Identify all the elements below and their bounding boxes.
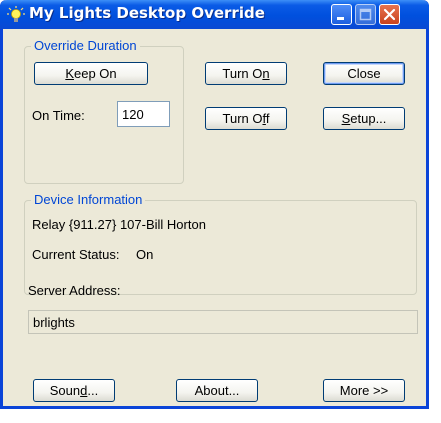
app-window: My Lights Desktop Override Override Dura… [0, 0, 429, 409]
window-title: My Lights Desktop Override [29, 4, 265, 22]
close-window-button[interactable] [379, 4, 400, 25]
minimize-button[interactable] [331, 4, 352, 25]
minimize-icon [337, 17, 344, 20]
turn-on-button[interactable]: Turn On [205, 62, 287, 85]
keep-on-button[interactable]: Keep On [34, 62, 148, 85]
more-button[interactable]: More >> [323, 379, 405, 402]
sound-button[interactable]: Sound... [33, 379, 115, 402]
setup-button[interactable]: Setup... [323, 107, 405, 130]
relay-text: Relay {911.27} 107-Bill Horton [32, 217, 206, 232]
server-address-label: Server Address: [28, 283, 121, 298]
close-icon [383, 8, 396, 21]
lightbulb-icon [7, 6, 25, 22]
current-status-label: Current Status: [32, 247, 120, 262]
on-time-input[interactable] [117, 101, 170, 127]
maximize-icon [359, 8, 372, 21]
override-duration-legend: Override Duration [31, 38, 140, 53]
turn-off-button[interactable]: Turn Off [205, 107, 287, 130]
close-button[interactable]: Close [323, 62, 405, 85]
about-button[interactable]: About... [176, 379, 258, 402]
server-address-field[interactable] [28, 310, 418, 334]
on-time-label: On Time: [32, 108, 85, 123]
maximize-button[interactable] [355, 4, 376, 25]
dialog-body: Override Duration Keep On On Time: Turn … [3, 29, 426, 406]
device-information-legend: Device Information [31, 192, 146, 207]
title-bar[interactable]: My Lights Desktop Override [0, 0, 429, 29]
current-status-value: On [136, 247, 154, 262]
